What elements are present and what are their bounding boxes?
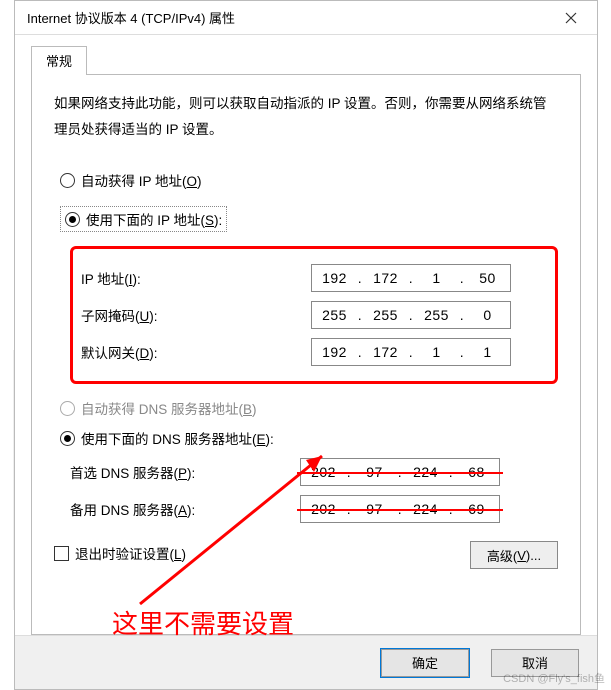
radio-ip-manual[interactable]: 使用下面的 IP 地址(S): <box>60 206 227 232</box>
close-button[interactable] <box>549 2 593 34</box>
alt-dns-input[interactable]: 202. 97. 224. 69 <box>300 495 500 523</box>
radio-icon <box>60 401 75 416</box>
close-icon <box>565 12 577 24</box>
primary-dns-label: 首选 DNS 服务器(P): <box>70 462 300 482</box>
validate-on-exit-label: 退出时验证设置(L) <box>75 543 186 563</box>
subnet-mask-input[interactable]: 255. 255. 255. 0 <box>311 301 511 329</box>
radio-ip-auto-label: 自动获得 IP 地址(O) <box>81 170 202 190</box>
tab-panel-general: 如果网络支持此功能，则可以获取自动指派的 IP 设置。否则，你需要从网络系统管理… <box>31 74 581 635</box>
radio-icon <box>65 212 80 227</box>
advanced-button[interactable]: 高级(V)... <box>470 541 558 569</box>
ip-address-label: IP 地址(I): <box>81 268 311 288</box>
radio-dns-manual[interactable]: 使用下面的 DNS 服务器地址(E): <box>60 428 558 448</box>
ipv4-properties-dialog: Internet 协议版本 4 (TCP/IPv4) 属性 常规 如果网络支持此… <box>14 0 598 690</box>
dns-mode-group: 自动获得 DNS 服务器地址(B) 使用下面的 DNS 服务器地址(E): 首选… <box>60 398 558 523</box>
radio-ip-manual-label: 使用下面的 IP 地址(S): <box>86 209 222 229</box>
primary-dns-input[interactable]: 202. 97. 224. 68 <box>300 458 500 486</box>
ok-button[interactable]: 确定 <box>381 649 469 677</box>
dialog-body: 常规 如果网络支持此功能，则可以获取自动指派的 IP 设置。否则，你需要从网络系… <box>15 35 597 635</box>
annotation-text: 这里不需要设置 <box>112 604 294 641</box>
radio-icon <box>60 173 75 188</box>
checkbox-icon <box>54 546 69 561</box>
default-gateway-label: 默认网关(D): <box>81 342 311 362</box>
ip-address-input[interactable]: 192. 172. 1. 50 <box>311 264 511 292</box>
tab-general[interactable]: 常规 <box>31 46 87 75</box>
default-gateway-input[interactable]: 192. 172. 1. 1 <box>311 338 511 366</box>
radio-dns-manual-label: 使用下面的 DNS 服务器地址(E): <box>81 428 274 448</box>
ip-mode-group: 自动获得 IP 地址(O) 使用下面的 IP 地址(S): IP 地址(I): … <box>60 170 558 384</box>
watermark: CSDN @Fly's_fish鱼 <box>503 670 605 686</box>
ip-fields-highlight: IP 地址(I): 192. 172. 1. 50 子网掩码(U): 255. … <box>70 246 558 384</box>
validate-on-exit-checkbox[interactable]: 退出时验证设置(L) <box>54 543 186 563</box>
alt-dns-label: 备用 DNS 服务器(A): <box>70 499 300 519</box>
dialog-title: Internet 协议版本 4 (TCP/IPv4) 属性 <box>27 8 549 27</box>
radio-icon <box>60 431 75 446</box>
subnet-mask-label: 子网掩码(U): <box>81 305 311 325</box>
description-text: 如果网络支持此功能，则可以获取自动指派的 IP 设置。否则，你需要从网络系统管理… <box>54 91 558 142</box>
radio-dns-auto-label: 自动获得 DNS 服务器地址(B) <box>81 398 257 418</box>
radio-dns-auto: 自动获得 DNS 服务器地址(B) <box>60 398 558 418</box>
radio-ip-auto[interactable]: 自动获得 IP 地址(O) <box>60 170 558 190</box>
titlebar: Internet 协议版本 4 (TCP/IPv4) 属性 <box>15 1 597 35</box>
